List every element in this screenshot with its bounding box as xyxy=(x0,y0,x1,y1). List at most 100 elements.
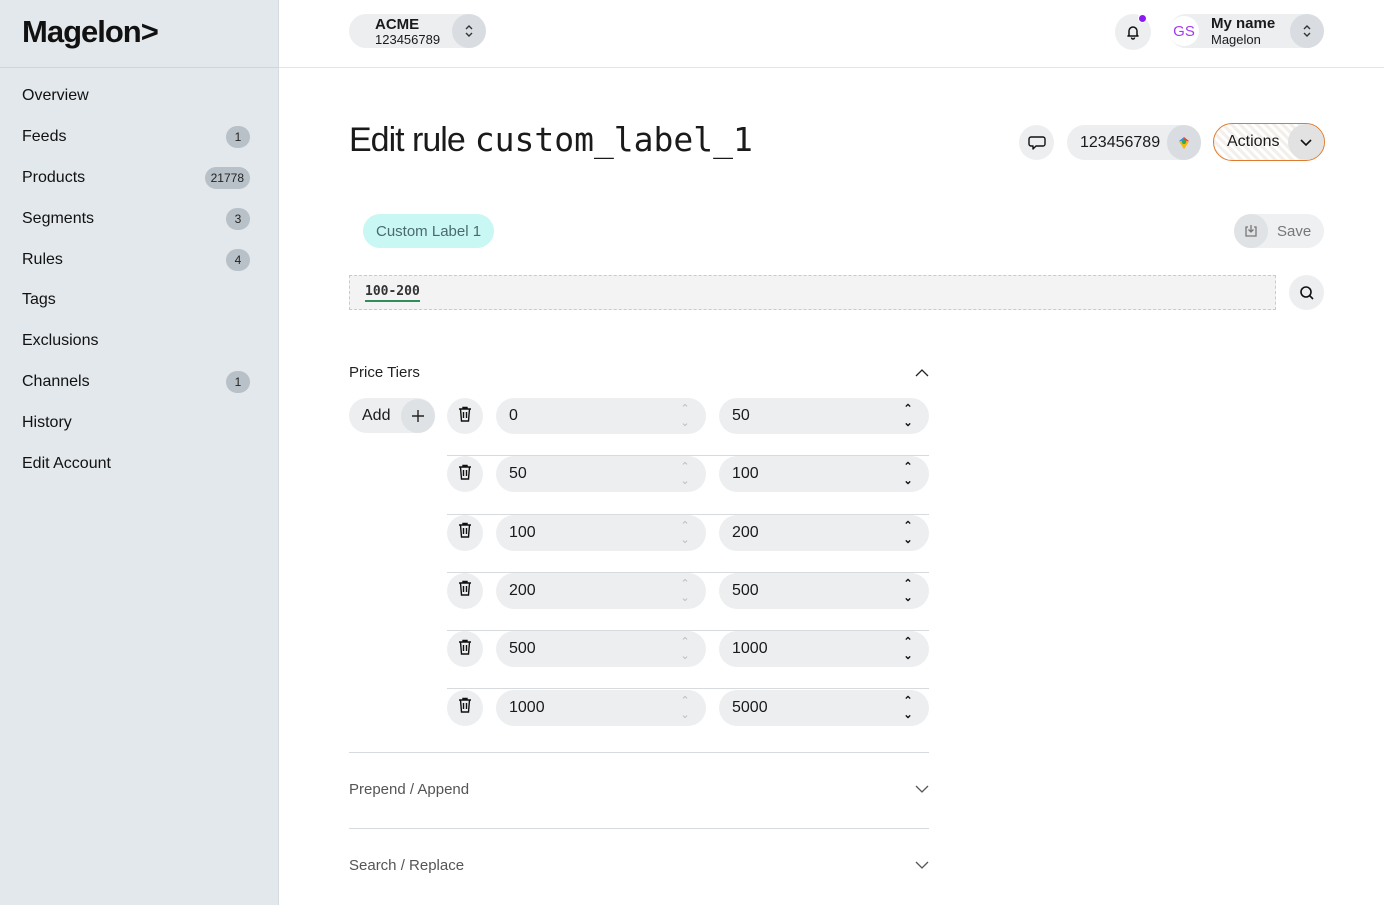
trash-icon xyxy=(458,464,472,485)
chevron-down-icon xyxy=(915,861,929,869)
sidebar: Magelon> Overview Feeds 1 Products 21778 S… xyxy=(0,0,279,905)
delete-tier-button[interactable] xyxy=(447,456,483,493)
account-id: 123456789 xyxy=(375,31,441,47)
number-stepper[interactable]: ⌃ ⌄ xyxy=(671,399,699,433)
merchant-id: 123456789 xyxy=(1080,133,1161,151)
tier-from-value: 50 xyxy=(509,465,527,483)
tier-row: 50 ⌃ ⌄ 100 ⌃ ⌄ xyxy=(447,456,929,515)
tier-from-input[interactable]: 500 ⌃ ⌄ xyxy=(496,631,706,668)
search-replace-header[interactable]: Search / Replace xyxy=(349,857,929,874)
tier-to-value: 1000 xyxy=(732,640,768,658)
chevron-down-icon xyxy=(1288,124,1324,160)
number-stepper[interactable]: ⌃ ⌄ xyxy=(671,691,699,725)
tier-row: 200 ⌃ ⌄ 500 ⌃ ⌄ xyxy=(447,572,929,632)
tier-to-value: 100 xyxy=(732,465,759,483)
actions-button[interactable]: Actions xyxy=(1213,123,1325,161)
user-org: Magelon xyxy=(1211,32,1261,47)
tier-from-value: 0 xyxy=(509,407,518,424)
logo-area: Magelon> xyxy=(0,0,278,68)
sidebar-item-overview[interactable]: Overview xyxy=(0,76,278,117)
number-stepper[interactable]: ⌃ ⌄ xyxy=(671,632,699,666)
search-button[interactable] xyxy=(1289,275,1324,310)
account-switcher[interactable]: ACME 123456789 xyxy=(349,14,486,48)
delete-tier-button[interactable] xyxy=(447,398,483,434)
chevron-down-icon xyxy=(915,785,929,793)
sidebar-item-channels[interactable]: Channels 1 xyxy=(0,362,278,403)
page-title: Edit rule custom_label_1 xyxy=(349,120,753,160)
tier-from-value: 100 xyxy=(509,523,536,541)
tier-from-input[interactable]: 50 ⌃ ⌄ xyxy=(496,456,706,493)
section-title: Search / Replace xyxy=(349,857,465,874)
price-tiers-header[interactable]: Price Tiers xyxy=(349,364,929,381)
sidebar-item-label: Edit Account xyxy=(22,454,111,472)
user-switcher[interactable]: GS My name Magelon xyxy=(1169,14,1324,48)
sidebar-item-edit-account[interactable]: Edit Account xyxy=(0,443,278,484)
sidebar-item-label: Segments xyxy=(22,209,95,227)
tier-from-input[interactable]: 200 ⌃ ⌄ xyxy=(496,572,706,609)
sidebar-nav: Overview Feeds 1 Products 21778 Segments 3 … xyxy=(0,68,278,484)
brand-logo[interactable]: Magelon> xyxy=(22,14,278,50)
rule-name: custom_label_1 xyxy=(474,120,753,159)
delete-tier-button[interactable] xyxy=(447,514,483,551)
tier-from-input[interactable]: 1000 ⌃ ⌄ xyxy=(496,689,706,726)
number-stepper[interactable]: ⌃ ⌄ xyxy=(894,632,922,666)
search-icon xyxy=(1299,285,1314,300)
number-stepper[interactable]: ⌃ ⌄ xyxy=(671,574,699,608)
sidebar-item-feeds[interactable]: Feeds 1 xyxy=(0,117,278,158)
number-stepper[interactable]: ⌃ ⌄ xyxy=(894,691,922,725)
tier-to-input[interactable]: 200 ⌃ ⌄ xyxy=(719,514,929,551)
add-tier-button[interactable]: Add xyxy=(349,398,435,433)
custom-label-chip: Custom Label 1 xyxy=(363,214,495,248)
sidebar-item-segments[interactable]: Segments 3 xyxy=(0,198,278,239)
tier-to-input[interactable]: 5000 ⌃ ⌄ xyxy=(719,689,929,726)
save-button[interactable]: Save xyxy=(1234,214,1324,248)
tier-from-value: 200 xyxy=(509,581,536,599)
save-icon xyxy=(1234,214,1268,248)
number-stepper[interactable]: ⌃ ⌄ xyxy=(894,457,922,491)
section-divider xyxy=(349,752,929,753)
sidebar-item-tags[interactable]: Tags xyxy=(0,280,278,321)
avatar: GS xyxy=(1169,16,1199,46)
prepend-append-header[interactable]: Prepend / Append xyxy=(349,781,929,798)
notifications-button[interactable] xyxy=(1115,14,1151,50)
tier-from-input[interactable]: 0 ⌃ ⌄ xyxy=(496,398,706,434)
sidebar-item-label: Tags xyxy=(22,291,56,309)
sidebar-item-history[interactable]: History xyxy=(0,402,278,443)
merchant-id-pill[interactable]: 123456789 xyxy=(1067,125,1201,160)
chevron-updown-icon[interactable] xyxy=(452,14,486,48)
chevron-up-icon xyxy=(915,369,929,377)
sidebar-item-products[interactable]: Products 21778 xyxy=(0,158,278,199)
chevron-updown-icon[interactable] xyxy=(1290,14,1324,48)
section-divider xyxy=(349,828,929,829)
number-stepper[interactable]: ⌃ ⌄ xyxy=(671,457,699,491)
account-name: ACME xyxy=(375,15,420,33)
tier-to-value: 200 xyxy=(732,523,759,541)
tier-to-input[interactable]: 50 ⌃ ⌄ xyxy=(719,398,929,434)
plus-icon xyxy=(401,398,435,433)
delete-tier-button[interactable] xyxy=(447,689,483,726)
tier-from-input[interactable]: 100 ⌃ ⌄ xyxy=(496,514,706,551)
sidebar-item-label: Products xyxy=(22,168,86,186)
tier-to-input[interactable]: 1000 ⌃ ⌄ xyxy=(719,631,929,668)
tier-to-value: 5000 xyxy=(732,698,768,716)
bell-icon xyxy=(1127,26,1139,40)
number-stepper[interactable]: ⌃ ⌄ xyxy=(894,574,922,608)
user-name: My name xyxy=(1211,15,1276,32)
number-stepper[interactable]: ⌃ ⌄ xyxy=(894,516,922,550)
delete-tier-button[interactable] xyxy=(447,631,483,668)
sidebar-item-rules[interactable]: Rules 4 xyxy=(0,239,278,280)
sidebar-item-label: Exclusions xyxy=(22,332,99,350)
delete-tier-button[interactable] xyxy=(447,572,483,609)
comments-button[interactable] xyxy=(1019,125,1054,160)
sidebar-item-exclusions[interactable]: Exclusions xyxy=(0,321,278,362)
sidebar-item-label: History xyxy=(22,413,72,431)
page-title-prefix: Edit rule xyxy=(349,121,466,159)
tier-to-value: 500 xyxy=(732,581,759,599)
number-stepper[interactable]: ⌃ ⌄ xyxy=(671,516,699,550)
number-stepper[interactable]: ⌃ ⌄ xyxy=(894,399,922,433)
count-badge: 4 xyxy=(226,248,250,271)
tier-to-input[interactable]: 100 ⌃ ⌄ xyxy=(719,456,929,493)
chat-icon xyxy=(1027,135,1046,150)
sidebar-item-label: Channels xyxy=(22,372,90,390)
tier-to-input[interactable]: 500 ⌃ ⌄ xyxy=(719,572,929,609)
